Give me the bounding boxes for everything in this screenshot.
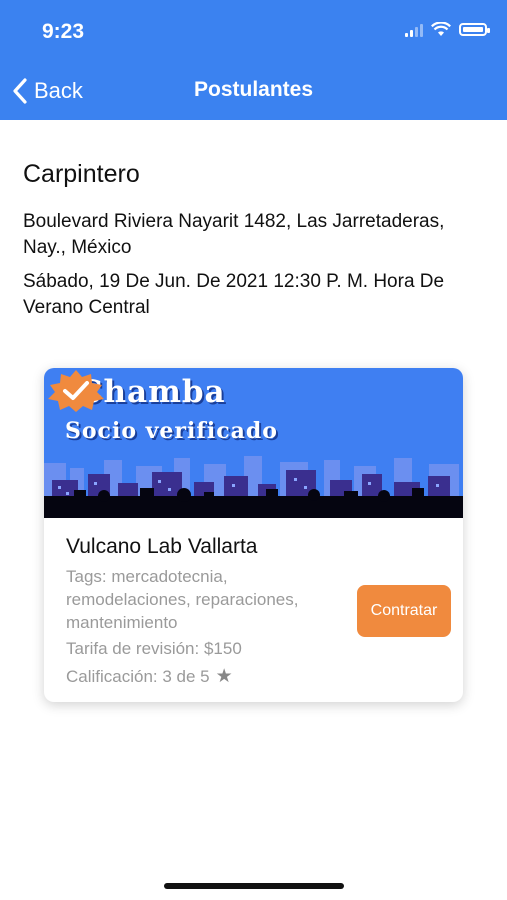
- provider-rating: Calificación: 3 de 5 ★: [66, 665, 233, 688]
- rating-text: Calificación: 3 de 5: [66, 666, 210, 686]
- job-address: Boulevard Riviera Nayarit 1482, Las Jarr…: [23, 211, 445, 258]
- verified-partner-text: Socio verificado: [65, 418, 278, 444]
- status-icons: [405, 22, 490, 37]
- job-date: Sábado, 19 De Jun. De 2021 12:30 P. M. H…: [23, 271, 445, 318]
- page-title: Postulantes: [193, 78, 314, 101]
- provider-name: Vulcano Lab Vallarta: [66, 535, 258, 558]
- job-details: Carpintero Boulevard Riviera Nayarit 148…: [23, 160, 483, 321]
- cellular-signal-icon: [405, 23, 423, 37]
- status-time: 9:23: [42, 20, 85, 43]
- home-indicator[interactable]: [164, 883, 344, 889]
- provider-rate: Tarifa de revisión: $150: [66, 639, 242, 658]
- navigation-bar: Back Postulantes: [0, 62, 507, 120]
- verified-partner-banner: iChamba Socio verificado: [44, 368, 463, 518]
- star-icon: ★: [215, 666, 233, 687]
- applicant-card[interactable]: iChamba Socio verificado Vulcano Lab Val…: [44, 368, 463, 702]
- job-title: Carpintero: [23, 160, 140, 188]
- provider-tags: Tags: mercadotecnia, remodelaciones, rep…: [66, 567, 299, 632]
- status-bar: 9:23: [0, 0, 507, 62]
- battery-icon: [459, 23, 490, 36]
- hire-button[interactable]: Contratar: [357, 585, 451, 637]
- verified-badge-icon: [48, 370, 104, 412]
- wifi-icon: [431, 22, 451, 36]
